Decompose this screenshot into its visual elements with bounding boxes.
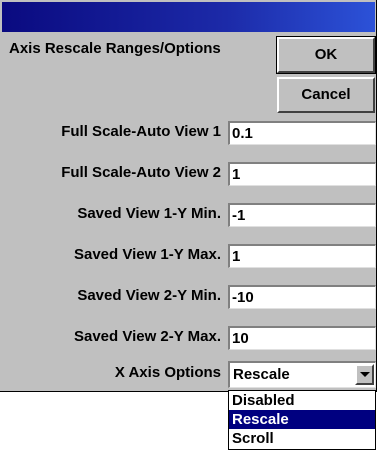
full-scale-auto-view-1-label: Full Scale-Auto View 1	[61, 123, 221, 140]
saved-view-2-y-max-label: Saved View 2-Y Max.	[73, 328, 221, 345]
saved-view-2-y-min-label: Saved View 2-Y Min.	[77, 287, 221, 304]
full-scale-auto-view-1-field[interactable]	[228, 121, 376, 145]
full-scale-auto-view-2-label: Full Scale-Auto View 2	[61, 164, 221, 181]
saved-view-2-y-max-field[interactable]	[228, 326, 376, 350]
saved-view-1-y-min-field[interactable]	[228, 203, 376, 227]
x-axis-options-label: X Axis Options	[114, 364, 221, 381]
title-bar[interactable]	[2, 2, 375, 32]
option-rescale[interactable]: Rescale	[229, 410, 375, 429]
dialog-heading: Axis Rescale Ranges/Options	[9, 40, 221, 57]
saved-view-1-y-max-field[interactable]	[228, 244, 376, 268]
ok-button[interactable]: OK	[276, 36, 376, 74]
saved-view-1-y-min-label: Saved View 1-Y Min.	[77, 205, 221, 222]
saved-view-2-y-min-field[interactable]	[228, 285, 376, 309]
x-axis-options-select[interactable]: Rescale	[228, 361, 376, 388]
full-scale-auto-view-2-field[interactable]	[228, 162, 376, 186]
option-scroll[interactable]: Scroll	[229, 429, 375, 448]
chevron-down-icon[interactable]	[355, 364, 374, 385]
saved-view-1-y-max-label: Saved View 1-Y Max.	[73, 246, 221, 263]
x-axis-selected-value: Rescale	[233, 366, 290, 383]
option-disabled[interactable]: Disabled	[229, 391, 375, 410]
cancel-button[interactable]: Cancel	[277, 77, 375, 113]
axis-rescale-dialog: Axis Rescale Ranges/Options OK Cancel Fu…	[0, 0, 377, 392]
x-axis-options-dropdown: Disabled Rescale Scroll	[228, 390, 376, 450]
